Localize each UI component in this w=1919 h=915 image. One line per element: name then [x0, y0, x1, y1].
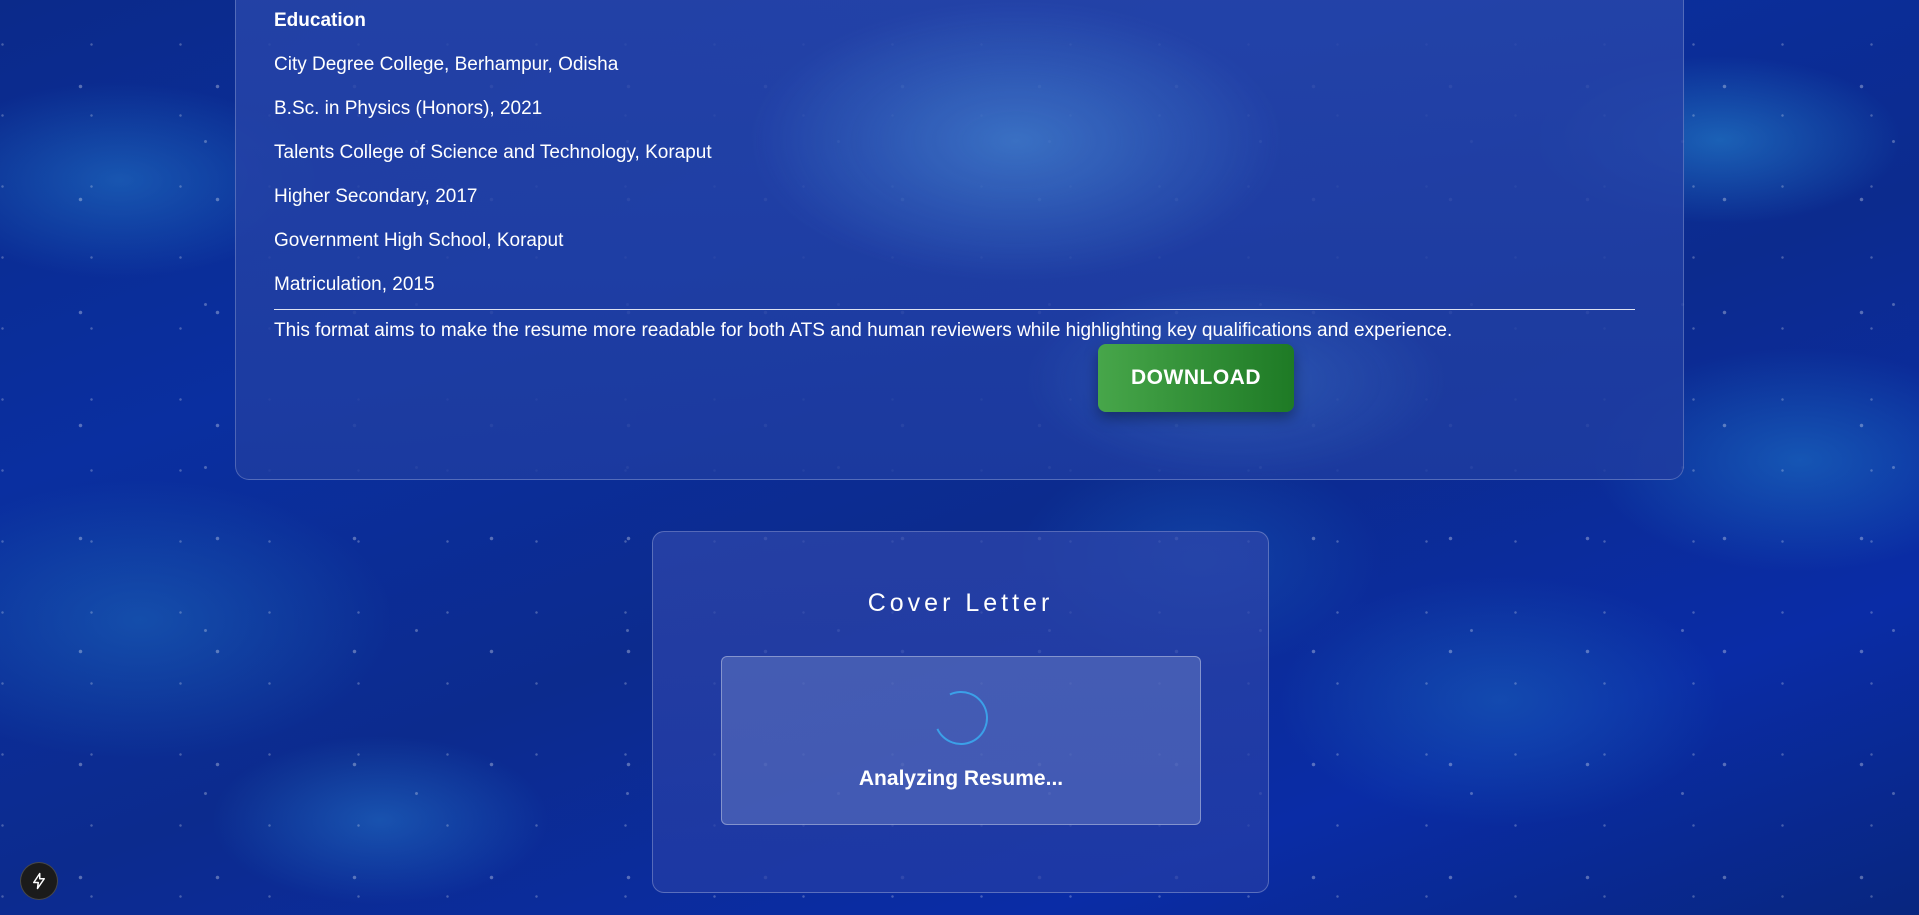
education-line: Matriculation, 2015 [274, 274, 435, 295]
resume-summary-note: This format aims to make the resume more… [274, 320, 1453, 341]
cover-letter-card: Cover Letter Analyzing Resume... [652, 531, 1269, 893]
loading-spinner-icon [926, 683, 996, 753]
analysis-status-box: Analyzing Resume... [721, 656, 1201, 825]
education-line: Talents College of Science and Technolog… [274, 142, 712, 163]
lightning-bolt-icon[interactable] [20, 862, 58, 900]
education-line: City Degree College, Berhampur, Odisha [274, 54, 619, 75]
cover-letter-title: Cover Letter [867, 588, 1054, 617]
section-divider [274, 309, 1635, 310]
download-button[interactable]: DOWNLOAD [1098, 344, 1294, 412]
education-line: Government High School, Koraput [274, 230, 564, 251]
education-line: B.Sc. in Physics (Honors), 2021 [274, 98, 543, 119]
resume-content: Education City Degree College, Berhampur… [274, 1, 1635, 343]
analysis-status-text: Analyzing Resume... [858, 767, 1064, 790]
education-line: Higher Secondary, 2017 [274, 186, 478, 207]
resume-preview-card: Education City Degree College, Berhampur… [235, 0, 1684, 480]
education-heading: Education [274, 10, 366, 31]
lightning-bolt-glyph [33, 872, 45, 890]
